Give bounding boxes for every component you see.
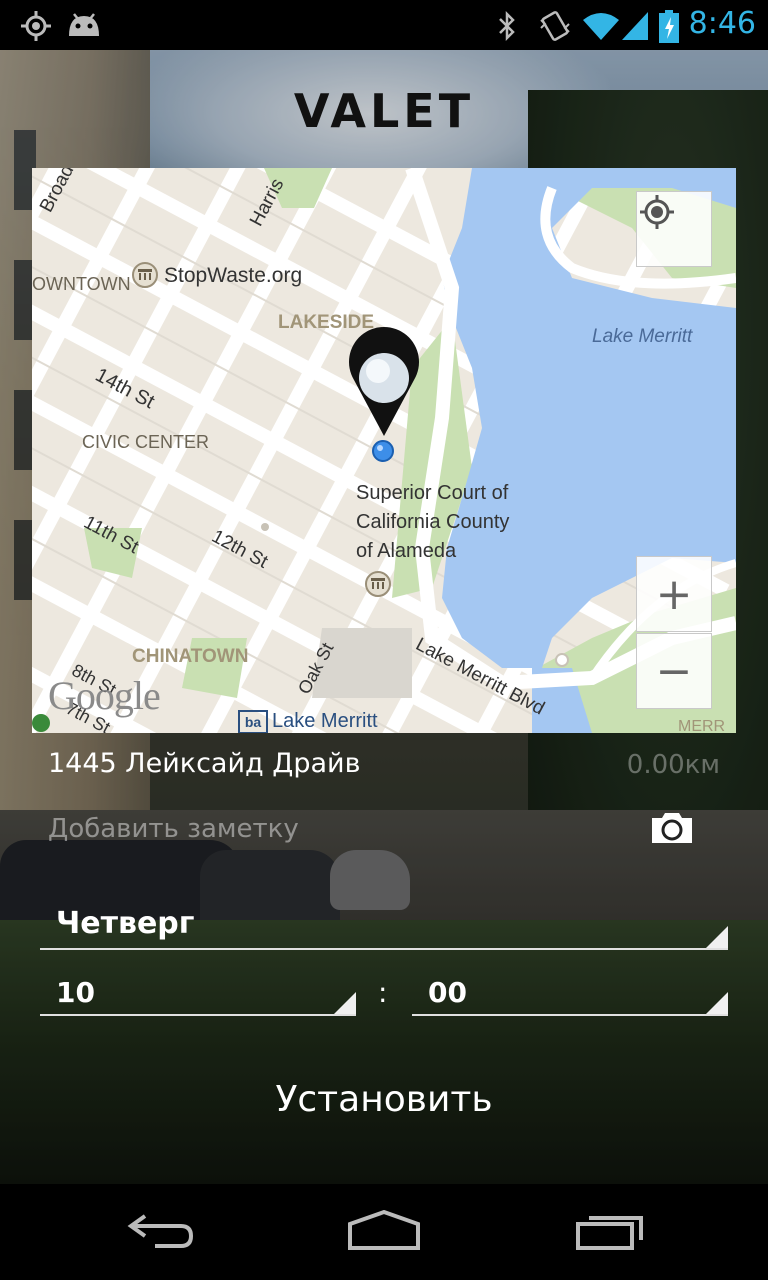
home-icon	[346, 1209, 422, 1254]
map-label-lakeside: LAKESIDE	[278, 312, 375, 333]
map-label-court-line2: California County	[356, 511, 510, 533]
map-label-stopwaste: StopWaste.org	[164, 264, 303, 287]
camera-icon[interactable]	[650, 812, 694, 844]
map-label-merr: MERR	[678, 718, 726, 733]
set-button[interactable]: Установить	[0, 1078, 768, 1121]
map-label-court-line1: Superior Court of	[356, 482, 509, 504]
time-separator: :	[378, 976, 388, 1009]
map-label-lake-merritt-water: Lake Merritt	[592, 326, 693, 347]
address-label: 1445 Лейксайд Драйв	[48, 748, 361, 779]
location-icon	[20, 10, 52, 46]
status-bar: 8:46	[0, 0, 768, 50]
battery-charging-icon	[658, 10, 680, 48]
navigation-bar	[0, 1184, 768, 1280]
dropdown-arrow-icon	[334, 992, 356, 1014]
google-logo: Google	[48, 673, 161, 718]
android-icon	[66, 10, 102, 42]
back-icon	[125, 1210, 195, 1254]
bluetooth-icon	[496, 10, 518, 46]
app-title: VALET	[293, 84, 475, 138]
map-label-bart-station: ba Lake Merritt	[238, 710, 378, 733]
day-value: Четверг	[56, 906, 195, 941]
zoom-in-button[interactable]: +	[636, 556, 712, 632]
home-button[interactable]	[334, 1204, 434, 1260]
bart-icon: ba	[238, 710, 268, 733]
minute-value: 00	[428, 976, 467, 1009]
hour-spinner[interactable]: 10	[40, 970, 356, 1016]
back-button[interactable]	[110, 1204, 210, 1260]
distance-label: 0.00км	[626, 750, 720, 780]
status-clock: 8:46	[688, 6, 756, 41]
vibrate-icon	[538, 10, 572, 46]
dropdown-arrow-icon	[706, 926, 728, 948]
signal-icon	[620, 10, 650, 46]
map-label-civic-center: CIVIC CENTER	[82, 432, 210, 452]
map-label-court-line3: of Alameda	[356, 540, 457, 562]
day-spinner[interactable]: Четверг	[40, 900, 728, 950]
hour-value: 10	[56, 976, 95, 1009]
zoom-out-button[interactable]: −	[636, 633, 712, 709]
my-location-button[interactable]	[636, 191, 712, 267]
park-marker-icon	[32, 714, 50, 732]
map-label-chinatown: CHINATOWN	[132, 646, 249, 667]
dropdown-arrow-icon	[706, 992, 728, 1014]
wifi-icon	[582, 10, 620, 46]
map-view[interactable]: Broadway Harris OWNTOWN StopWaste.org LA…	[32, 168, 736, 733]
recents-icon	[575, 1210, 645, 1254]
recents-button[interactable]	[560, 1204, 660, 1260]
map-label-downtown: OWNTOWN	[32, 274, 131, 294]
minute-spinner[interactable]: 00	[412, 970, 728, 1016]
note-input[interactable]: Добавить заметку	[48, 814, 299, 844]
